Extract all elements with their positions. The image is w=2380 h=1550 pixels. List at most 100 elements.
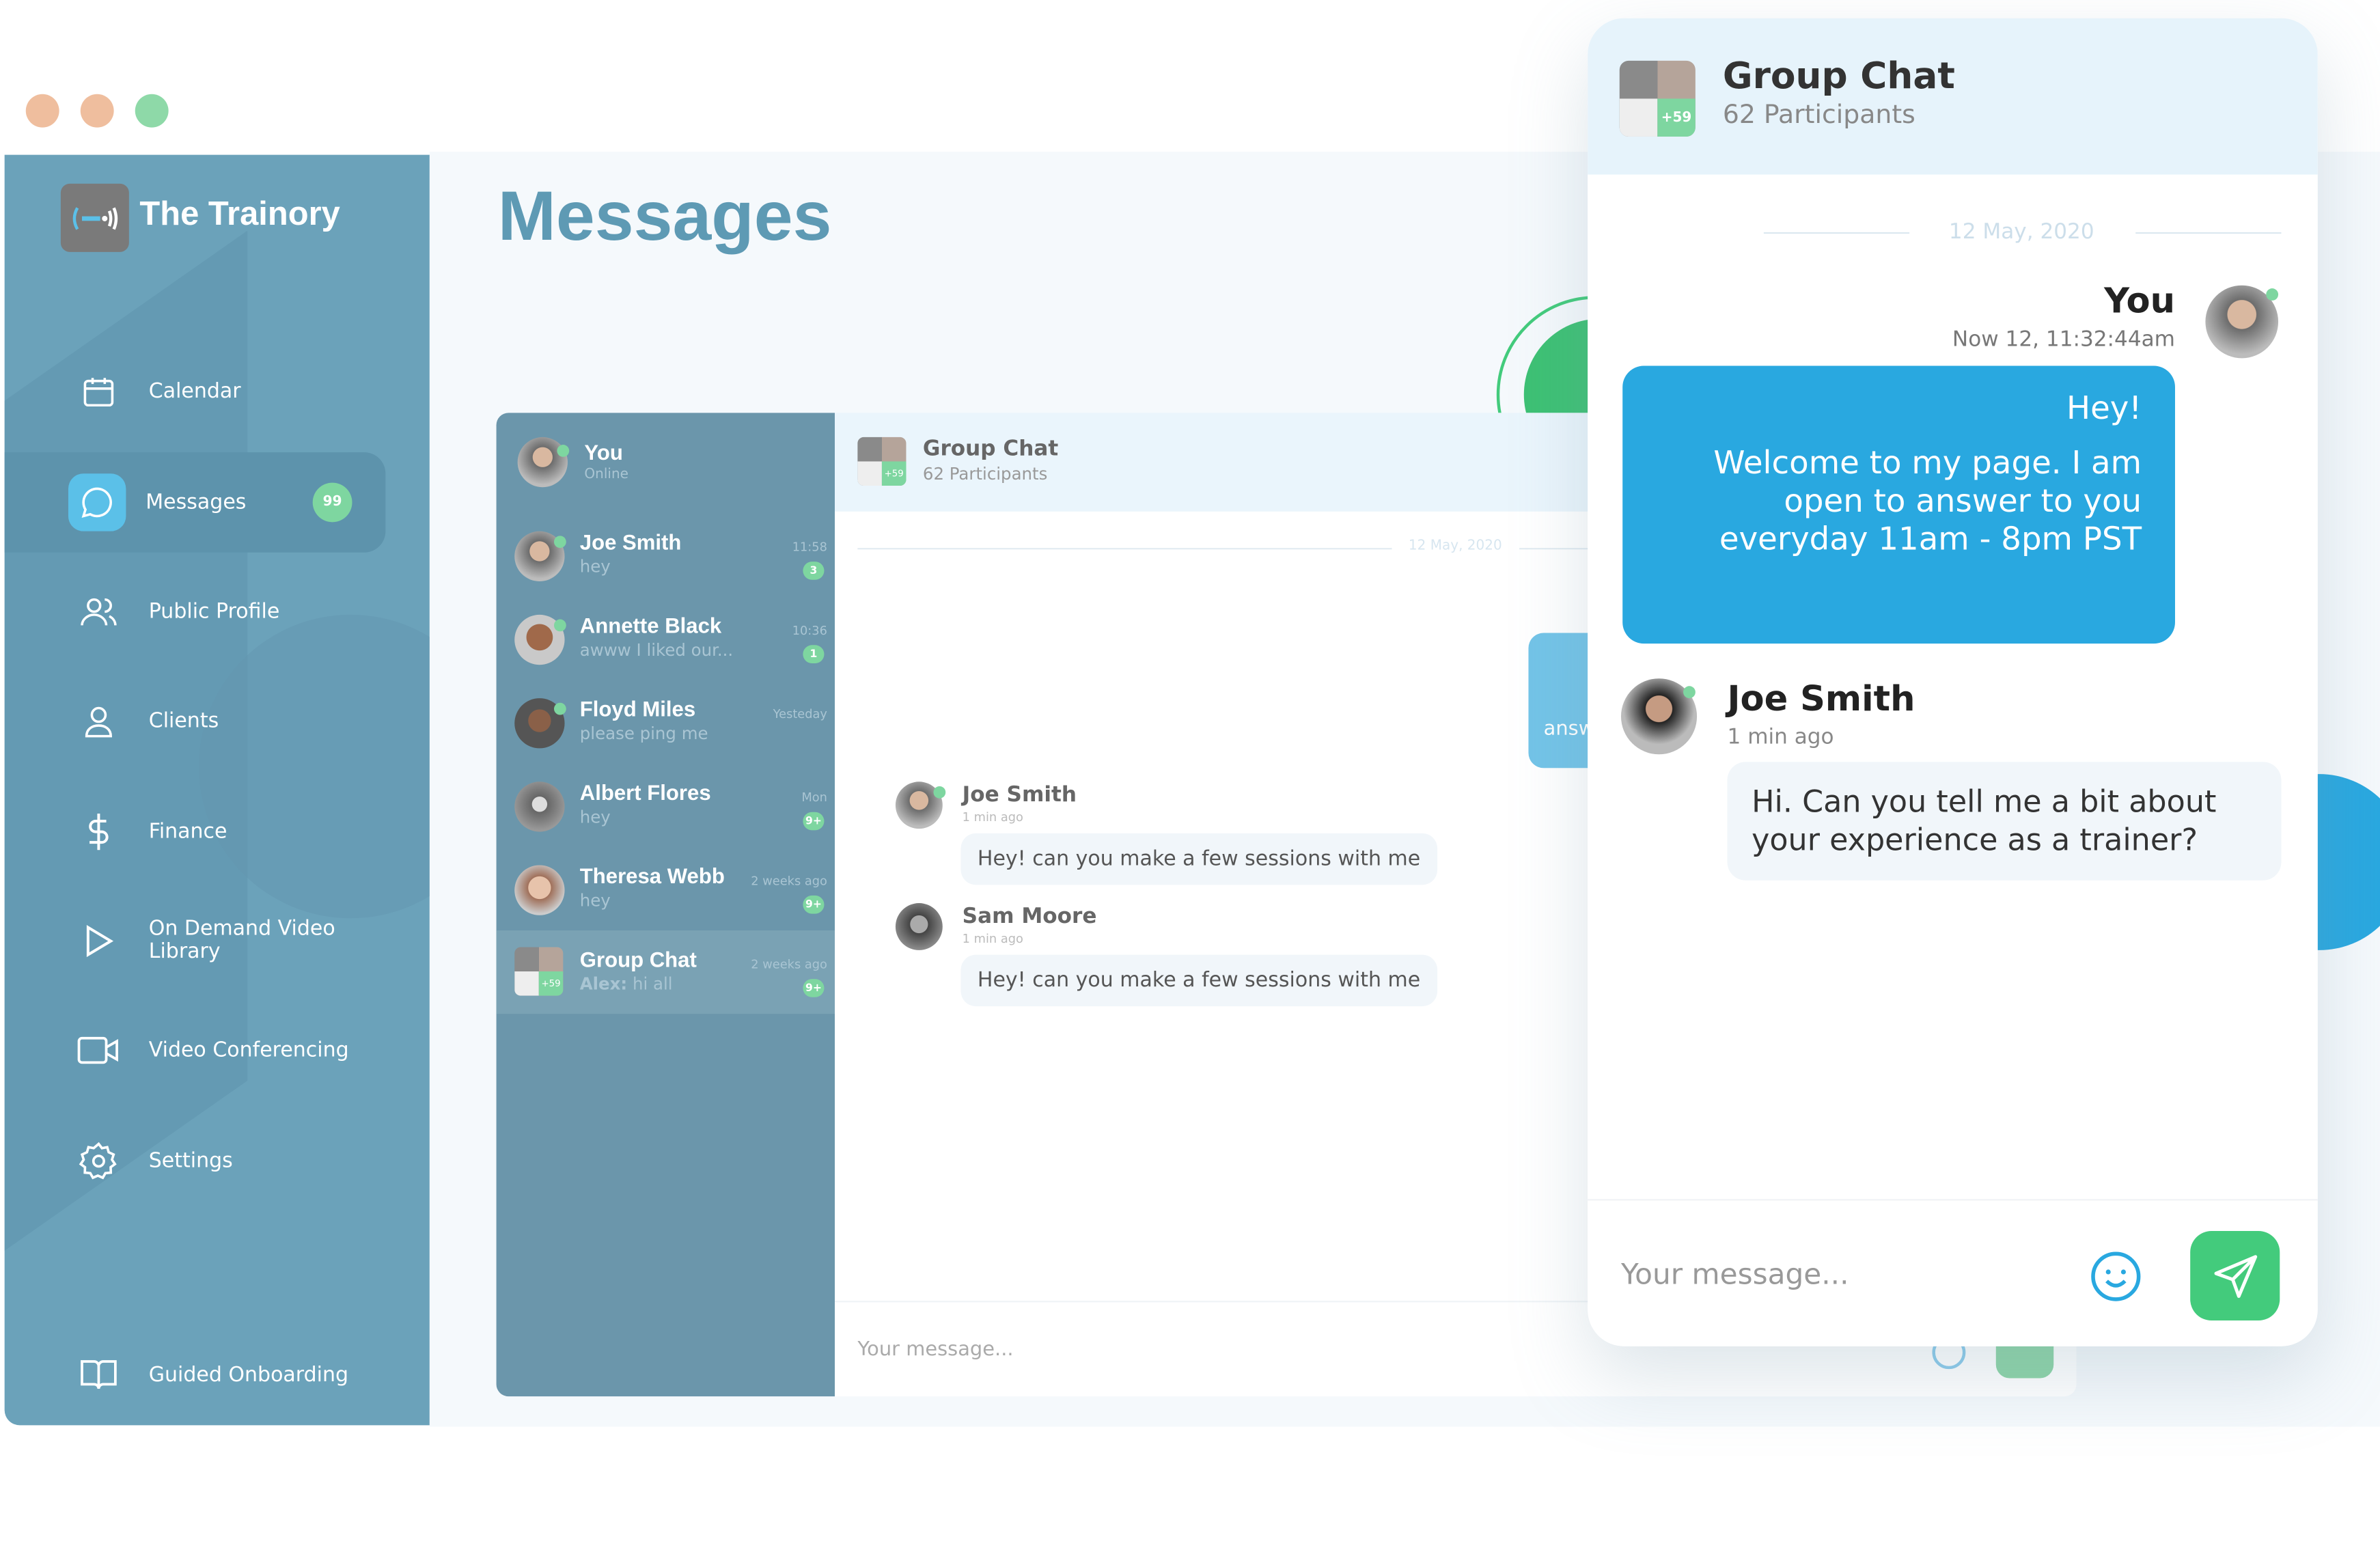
online-indicator <box>553 619 566 632</box>
sidebar-item-calendar[interactable]: Calendar <box>5 346 386 437</box>
timestamp: 2 weeks ago <box>751 958 827 972</box>
timestamp: Mon <box>801 790 827 805</box>
timestamp: 2 weeks ago <box>751 874 827 888</box>
timestamp: 11:58 <box>792 540 827 554</box>
message-sender: Sam Moore <box>962 904 1097 929</box>
chat-list-item[interactable]: Albert Flores hey Mon 9+ <box>497 764 835 847</box>
chat-list-item[interactable]: Joe Smith hey 11:58 3 <box>497 513 835 596</box>
contact-name: Theresa Webb <box>579 863 725 888</box>
emoji-icon[interactable] <box>2088 1249 2143 1304</box>
contact-name: Annette Black <box>579 613 722 638</box>
participant-count: 62 Participants <box>922 464 1048 484</box>
contact-name: Group Chat <box>579 947 697 972</box>
my-message-bubble: Hey! Welcome to my page. I am open to an… <box>1622 365 2175 644</box>
unread-count: 9+ <box>803 979 825 997</box>
my-profile-row[interactable]: You Online <box>497 419 835 502</box>
calendar-icon <box>68 361 129 422</box>
message-preview: please ping me <box>579 723 708 744</box>
group-avatar: +59 <box>1619 60 1696 137</box>
avatar <box>514 781 565 832</box>
send-button[interactable] <box>2190 1230 2280 1321</box>
sidebar-item-video-library[interactable]: On Demand Video Library <box>5 896 386 986</box>
online-indicator <box>2266 288 2279 301</box>
window-maximize-button[interactable] <box>135 94 169 128</box>
book-icon <box>68 1345 129 1406</box>
timestamp: Yesteday <box>773 707 827 721</box>
sidebar-item-label: Calendar <box>148 379 241 404</box>
online-indicator <box>553 702 566 715</box>
message-preview: awww I liked our... <box>579 640 734 661</box>
sidebar-item-settings[interactable]: Settings <box>5 1116 386 1206</box>
user-icon <box>68 691 129 751</box>
timestamp: 10:36 <box>792 624 827 638</box>
sidebar-item-clients[interactable]: Clients <box>5 676 386 766</box>
sidebar-item-label: On Demand Video Library <box>148 917 335 964</box>
popup-composer: Your message... <box>1588 1199 2318 1346</box>
chat-list-item[interactable]: Theresa Webb hey 2 weeks ago 9+ <box>497 847 835 930</box>
divider <box>857 548 1392 550</box>
sidebar-item-video-conferencing[interactable]: Video Conferencing <box>5 1005 386 1096</box>
reply-time: 1 min ago <box>1727 725 1834 750</box>
unread-count: 9+ <box>803 812 825 831</box>
my-status: Online <box>584 467 628 483</box>
dollar-icon <box>68 801 129 862</box>
sidebar-item-label: Finance <box>148 819 227 844</box>
unread-count: 3 <box>803 562 825 580</box>
date-separator: 12 May, 2020 <box>1408 538 1502 554</box>
window-minimize-button[interactable] <box>80 94 114 128</box>
message-preview: hey <box>579 891 611 911</box>
page-title: Messages <box>497 176 832 255</box>
my-name: You <box>584 440 623 465</box>
send-icon <box>2213 1254 2257 1297</box>
unread-count: 1 <box>803 645 825 663</box>
sidebar-item-label: Video Conferencing <box>148 1038 349 1063</box>
message-time: 1 min ago <box>962 810 1023 825</box>
window-close-button[interactable] <box>25 94 59 128</box>
group-avatar: +59 <box>857 437 907 486</box>
contact-name: Floyd Miles <box>579 696 696 721</box>
reply-sender: Joe Smith <box>1727 680 1915 720</box>
message-bubble: Hey! can you make a few sessions with me <box>960 833 1437 885</box>
unread-badge: 99 <box>312 482 352 523</box>
online-indicator <box>1683 686 1696 699</box>
sidebar-item-finance[interactable]: Finance <box>5 786 386 877</box>
message-time: 1 min ago <box>962 932 1023 946</box>
online-indicator <box>933 786 946 799</box>
popup-message-input[interactable]: Your message... <box>1621 1258 1849 1292</box>
unread-count: 9+ <box>803 895 825 914</box>
popup-header: +59 Group Chat 62 Participants <box>1588 18 2318 175</box>
users-icon <box>68 581 129 642</box>
message-input[interactable]: Your message... <box>857 1339 1013 1361</box>
brand-name: The Trainory <box>139 194 340 232</box>
sidebar-item-guided-onboarding[interactable]: Guided Onboarding <box>5 1329 386 1420</box>
group-avatar: +59 <box>514 947 564 996</box>
message-bubble: Hey! can you make a few sessions with me <box>960 954 1437 1007</box>
play-icon <box>68 911 129 971</box>
contact-name: Albert Flores <box>579 780 711 805</box>
sidebar-item-public-profile[interactable]: Public Profile <box>5 566 386 657</box>
avatar <box>895 903 943 950</box>
online-indicator <box>553 536 566 549</box>
chat-bubble-icon <box>68 473 126 531</box>
popup-title: Group Chat <box>1722 54 1955 98</box>
sidebar: The Trainory Calendar Messages 99 Public … <box>4 154 430 1426</box>
chat-list: You Online Joe Smith hey 11:58 3 Annette Bl… <box>496 413 835 1397</box>
sidebar-item-label: Settings <box>148 1148 233 1174</box>
gear-icon <box>68 1131 129 1191</box>
my-sender-name: You <box>2104 282 2175 322</box>
chat-list-item[interactable]: Floyd Miles please ping me Yesteday <box>497 680 835 763</box>
message-sender: Joe Smith <box>962 783 1077 808</box>
date-separator: 12 May, 2020 <box>1948 220 2094 245</box>
logo-icon <box>60 183 129 252</box>
sidebar-item-label: Guided Onboarding <box>148 1363 349 1387</box>
video-camera-icon <box>68 1020 129 1081</box>
sidebar-item-label: Messages <box>146 490 247 515</box>
chat-list-item-selected[interactable]: +59 Group Chat Alex: hi all 2 weeks ago 9+ <box>496 930 835 1014</box>
participant-count: 62 Participants <box>1722 100 1915 131</box>
sidebar-item-label: Public Profile <box>148 599 280 624</box>
sidebar-item-messages[interactable]: Messages 99 <box>4 452 386 553</box>
avatar <box>514 865 565 915</box>
contact-name: Joe Smith <box>579 529 682 554</box>
chat-list-item[interactable]: Annette Black awww I liked our... 10:36 1 <box>497 596 835 680</box>
message-time: Now 12, 11:32:44am <box>1952 327 2175 352</box>
